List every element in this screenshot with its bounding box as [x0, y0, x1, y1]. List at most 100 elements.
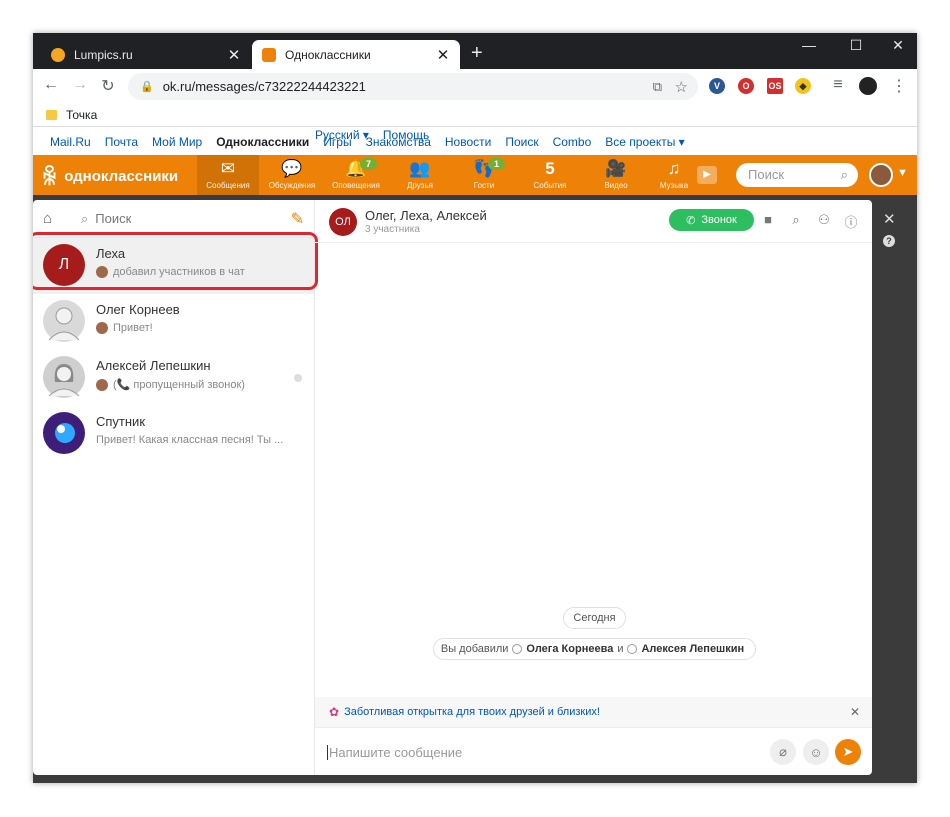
forward-arrow-icon[interactable]: →	[70, 76, 90, 94]
system-user-link[interactable]: Олега Корнеева	[526, 643, 613, 655]
nav-label: Видео	[604, 181, 628, 190]
mailbar-link[interactable]: Одноклассники	[216, 135, 309, 149]
preview-text: Привет! Какая классная песня! Ты ...	[96, 434, 284, 446]
tab-lumpics[interactable]: Lumpics.ru ✕	[41, 40, 251, 69]
os-extension-icon[interactable]: OS	[767, 78, 783, 94]
chat-title[interactable]: Олег, Леха, Алексей	[365, 208, 487, 223]
conversation-list-panel: ⌂ ⌕ Поиск ✎ Л Леха добавил участников в ч…	[33, 200, 318, 775]
new-tab-plus-icon[interactable]: +	[471, 42, 483, 65]
close-icon[interactable]: ✕	[227, 46, 241, 64]
system-and: и	[617, 643, 624, 655]
nav-label: Обсуждения	[268, 181, 316, 190]
conversation-name: Алексей Лепешкин	[96, 358, 211, 373]
system-user-link[interactable]: Алексея Лепешкин	[641, 643, 744, 655]
events-icon: 5	[545, 159, 555, 178]
close-window-icon[interactable]: ✕	[883, 37, 913, 54]
info-icon[interactable]: ⓘ	[842, 212, 860, 231]
home-icon[interactable]: ⌂	[43, 210, 52, 227]
promo-text[interactable]: Заботливая открытка для твоих друзей и б…	[344, 706, 600, 718]
nav-video[interactable]: 🎥 Видео	[585, 155, 647, 195]
reload-icon[interactable]: ↻	[98, 76, 118, 96]
conversation-preview: Привет! Какая классная песня! Ты ...	[96, 434, 283, 446]
video-call-icon[interactable]: ■	[759, 212, 777, 227]
shield-extension-icon[interactable]: ◆	[795, 78, 811, 94]
conversation-search-input[interactable]: ⌕ Поиск	[81, 211, 131, 227]
chat-panel: ОЛ Олег, Леха, Алексей 3 участника ✆ Звон…	[315, 200, 872, 775]
conversation-name: Олег Корнеев	[96, 302, 180, 317]
close-icon[interactable]: ✕	[436, 46, 450, 64]
close-icon[interactable]: ✕	[883, 210, 896, 228]
address-bar[interactable]: 🔒 ok.ru/messages/c73222244423221 ⧉ ☆	[128, 73, 698, 100]
nav-discussions[interactable]: 💬 Обсуждения	[261, 155, 323, 195]
close-icon[interactable]: ✕	[850, 705, 860, 719]
conversation-preview: Привет!	[96, 322, 153, 334]
vk-extension-icon[interactable]: V	[709, 78, 725, 94]
search-icon[interactable]: ⌕	[787, 212, 805, 228]
ok-logo-text: одноклассники	[64, 168, 179, 185]
help-icon[interactable]: ?	[883, 235, 895, 247]
bookmark-star-icon[interactable]: ☆	[675, 78, 688, 96]
maximize-icon[interactable]: ☐	[841, 37, 871, 54]
nav-music[interactable]: ♫ Музыка	[643, 155, 705, 195]
bookmark-item[interactable]: Точка	[66, 108, 97, 122]
nav-friends[interactable]: 👥 Друзья	[389, 155, 451, 195]
conversation-item[interactable]: Олег Корнеев Привет!	[33, 294, 314, 350]
search-icon: ⌕	[81, 211, 89, 226]
message-composer[interactable]: Напишите сообщение ⌀ ☺ ➤	[315, 727, 872, 775]
compose-icon[interactable]: ✎	[291, 209, 304, 229]
folder-icon	[46, 109, 57, 120]
extension-puzzle-icon[interactable]: ⧉	[653, 79, 662, 95]
emoji-icon[interactable]: ☺	[803, 739, 829, 765]
mini-avatar	[96, 378, 108, 391]
back-arrow-icon[interactable]: ←	[41, 76, 61, 94]
participants-icon[interactable]: ⚇	[815, 212, 833, 228]
chat-avatar[interactable]: ОЛ	[329, 208, 357, 236]
footprints-icon: 👣	[473, 159, 495, 178]
mailbar-link[interactable]: Мой Мир	[152, 135, 202, 149]
tab-odnoklassniki[interactable]: Одноклассники ✕	[252, 40, 460, 69]
mailbar-link[interactable]: Mail.Ru	[50, 135, 91, 149]
lock-icon: 🔒	[140, 81, 154, 93]
url-text: ok.ru/messages/c73222244423221	[162, 79, 366, 94]
message-input[interactable]: Напишите сообщение	[327, 745, 462, 760]
music-note-icon: ♫	[667, 159, 681, 178]
avatar	[43, 356, 85, 398]
messenger-panel: ⌂ ⌕ Поиск ✎ Л Леха добавил участников в ч…	[33, 200, 872, 775]
profile-avatar[interactable]	[859, 77, 877, 95]
play-icon[interactable]: ▶	[697, 166, 717, 184]
tab-title: Одноклассники	[285, 47, 371, 62]
guests-badge: 1	[488, 158, 506, 170]
phone-icon: ✆	[686, 214, 696, 227]
nav-label: Гости	[473, 181, 495, 190]
search-icon[interactable]: ⌕	[841, 163, 848, 187]
nav-label: События	[533, 181, 567, 190]
menu-dots-icon[interactable]: ⋮	[889, 76, 909, 96]
notification-extension-icon[interactable]: O	[738, 78, 754, 94]
ok-search-input[interactable]: Поиск ⌕	[736, 163, 858, 187]
nav-events[interactable]: 5 События	[519, 155, 581, 195]
attach-icon[interactable]: ⌀	[770, 739, 796, 765]
nav-notifications[interactable]: 🔔 Оповещения 7	[325, 155, 387, 195]
friends-icon: 👥	[409, 159, 431, 178]
call-button[interactable]: ✆ Звонок	[669, 209, 754, 231]
chevron-down-icon[interactable]: ▼	[897, 167, 908, 179]
user-avatar-icon	[512, 644, 523, 654]
unread-dot	[294, 374, 302, 382]
conversation-item[interactable]: Л Леха добавил участников в чат	[33, 232, 318, 294]
nav-label: Друзья	[407, 181, 433, 190]
ok-logo-icon: ꆜ	[41, 165, 59, 190]
reading-list-icon[interactable]: ≡	[828, 76, 848, 94]
minimize-icon[interactable]: —	[794, 37, 824, 53]
nav-label: Музыка	[659, 181, 689, 190]
promo-banner[interactable]: ✿ Заботливая открытка для твоих друзей и…	[315, 697, 872, 727]
conversation-item[interactable]: Алексей Лепешкин (📞 пропущенный звонок)	[33, 350, 314, 406]
nav-messages[interactable]: ✉ Сообщения	[197, 155, 259, 195]
send-icon[interactable]: ➤	[835, 739, 861, 765]
mailbar-link[interactable]: Почта	[105, 135, 138, 149]
user-avatar[interactable]	[869, 163, 893, 187]
nav-guests[interactable]: 👣 Гости 1	[453, 155, 515, 195]
ok-logo[interactable]: ꆜ одноклассники	[41, 162, 178, 191]
conversation-item[interactable]: Спутник Привет! Какая классная песня! Ты…	[33, 406, 314, 462]
right-rail: ✕ ?	[878, 200, 917, 775]
avatar	[43, 300, 85, 342]
